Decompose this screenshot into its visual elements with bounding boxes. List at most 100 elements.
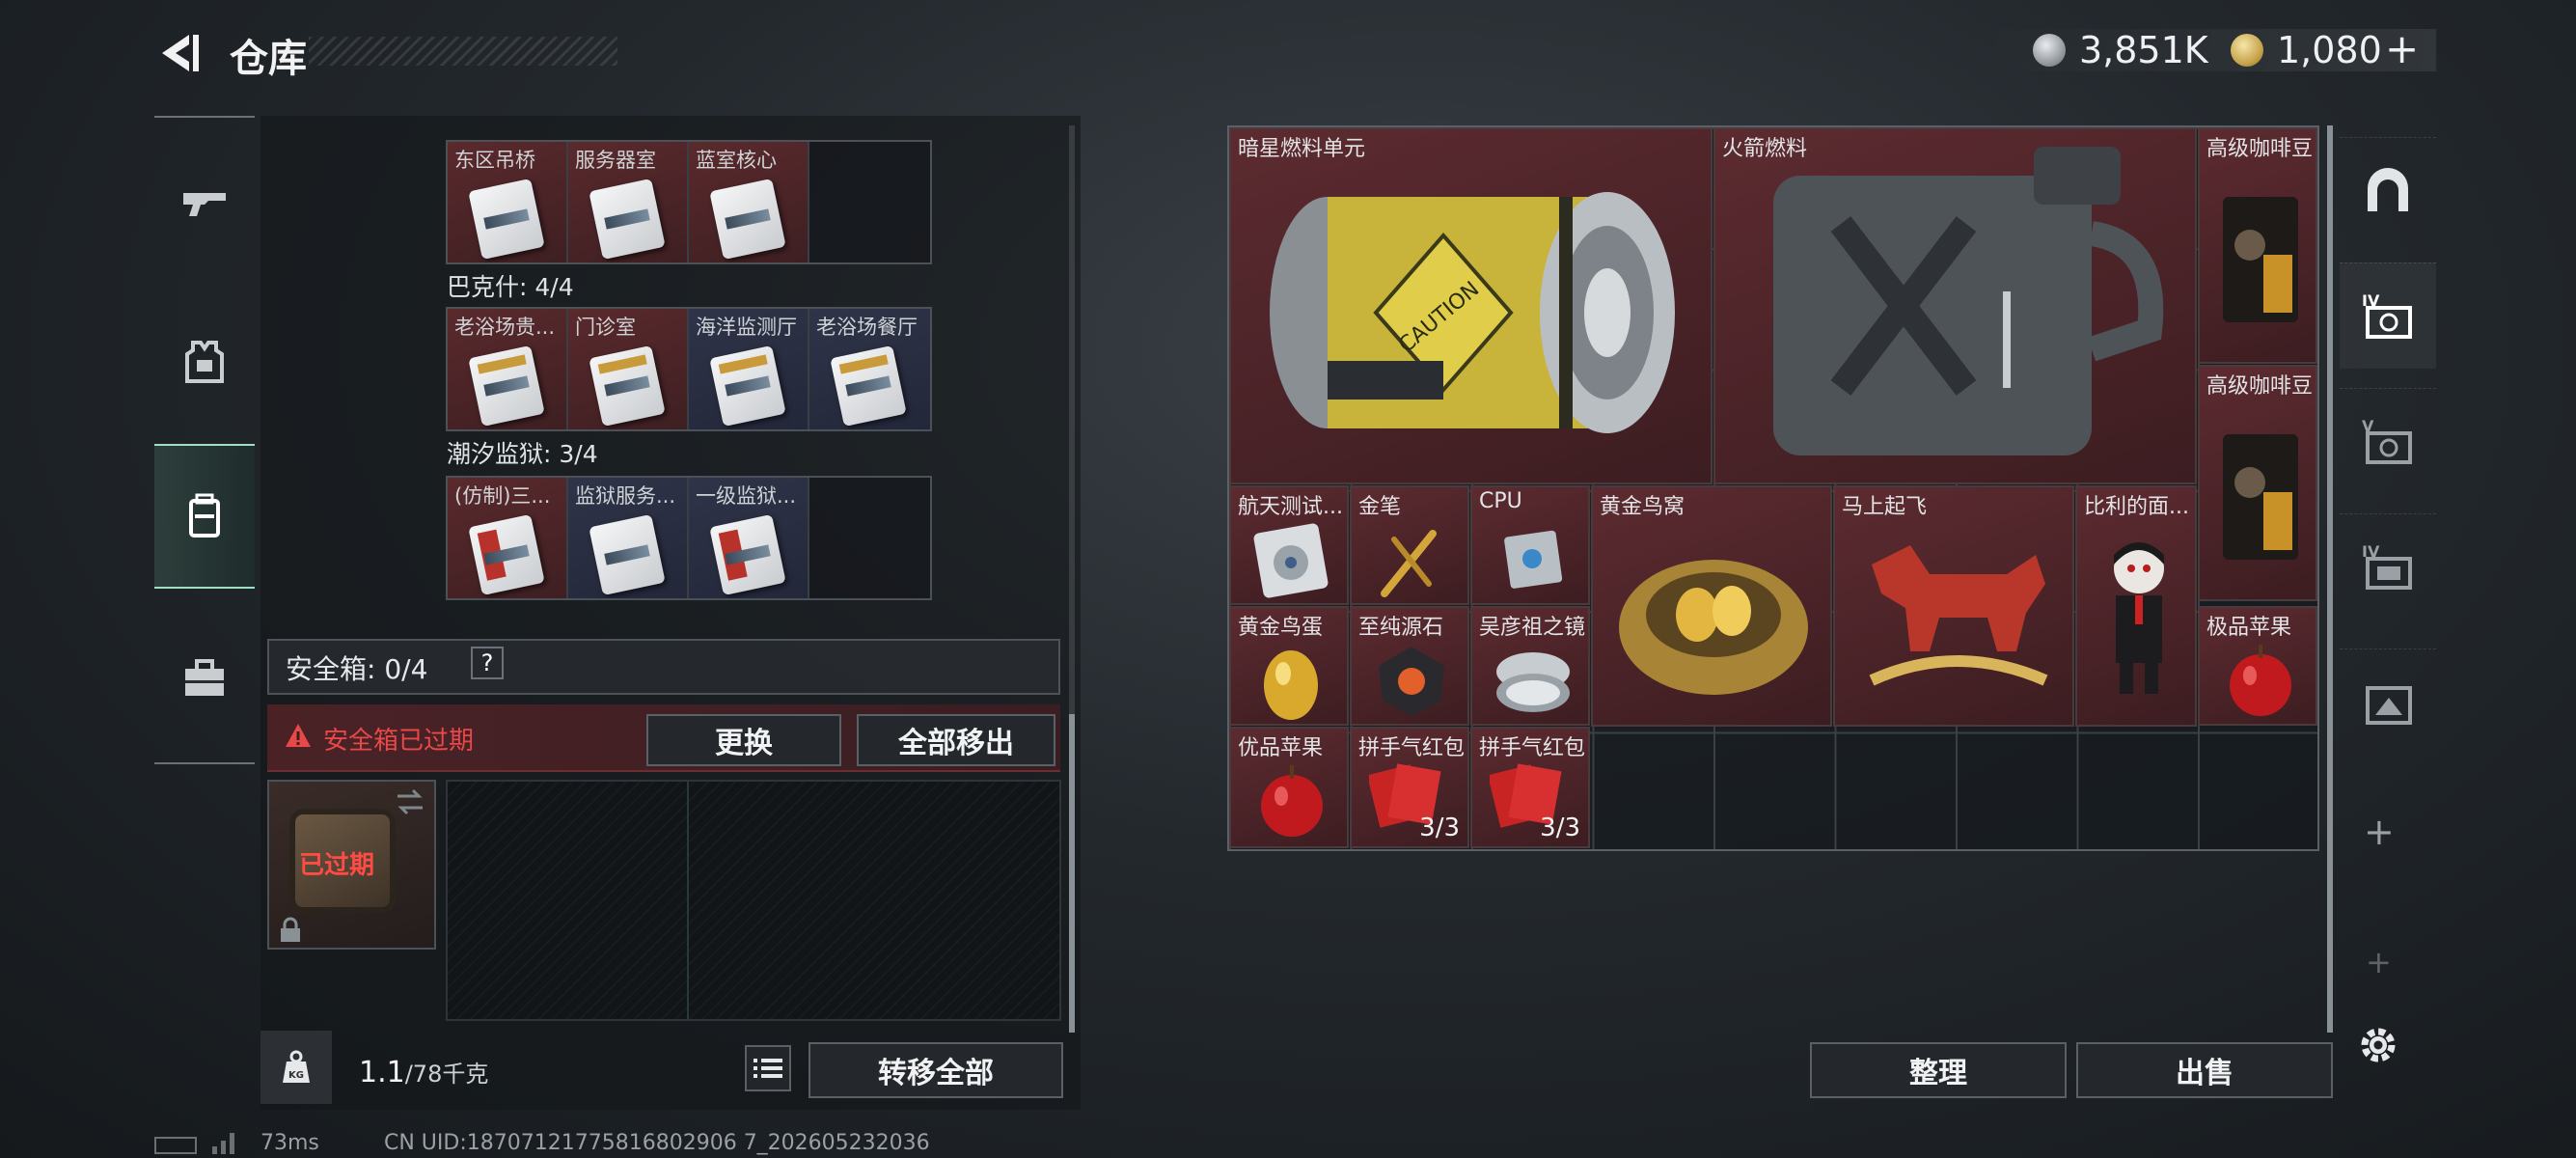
- apple-icon: [2230, 645, 2291, 716]
- keycard-name: 服务器室: [575, 149, 656, 172]
- keycard-slot[interactable]: 服务器室: [568, 142, 689, 262]
- add-stash-button[interactable]: +: [2364, 811, 2395, 853]
- uid-readout: CN UID:18707121775816802906 7_2026052320…: [384, 1131, 930, 1155]
- item-name: 拼手气红包: [1479, 736, 1586, 760]
- keycard-icon: [468, 513, 545, 596]
- stash-item[interactable]: 黄金鸟蛋: [1229, 606, 1349, 726]
- keycard-name: 海洋监测厅: [696, 316, 797, 339]
- stash-item[interactable]: 马上起飞: [1833, 485, 2074, 727]
- weight-current: 1.1: [359, 1056, 405, 1089]
- transfer-all-button[interactable]: 转移全部: [808, 1042, 1063, 1098]
- keycard-group-label: 巴克什: 4/4: [447, 273, 574, 301]
- keycard-icon: [709, 513, 786, 596]
- item-name: 马上起飞: [1842, 495, 1928, 519]
- item-name: 优品苹果: [1238, 736, 1324, 760]
- keycard-slot[interactable]: (仿制)三...: [448, 478, 568, 598]
- rail-backpack[interactable]: [154, 444, 255, 589]
- keycard-slot[interactable]: 一级监狱...: [689, 478, 809, 598]
- rrail-tier3[interactable]: [2340, 648, 2436, 755]
- lock-icon: [281, 917, 300, 942]
- gear-icon[interactable]: [2354, 1021, 2402, 1069]
- fuel-cell-icon: CAUTION: [1270, 192, 1675, 433]
- sell-button[interactable]: 出售: [2076, 1042, 2333, 1098]
- item-name: 黄金鸟窝: [1600, 495, 1685, 519]
- silver-amount: 3,851K: [2079, 29, 2208, 71]
- compact-mirror-icon: [1496, 652, 1570, 712]
- item-name: 航天测试...: [1238, 495, 1343, 519]
- weight-icon-label: KG: [288, 1070, 304, 1081]
- stash-item[interactable]: 黄金鸟窝: [1591, 485, 1832, 727]
- item-name: 金笔: [1358, 495, 1402, 519]
- item-count: 3/3: [1540, 813, 1580, 842]
- stash-item[interactable]: 至纯源石: [1350, 606, 1469, 726]
- list-icon: [754, 1059, 782, 1078]
- item-count: 3/3: [1419, 813, 1460, 842]
- weight-readout: 1.1/78千克: [359, 1055, 488, 1089]
- backpack-scroll-thumb[interactable]: [1069, 714, 1075, 1033]
- gold-amount: 1,080: [2277, 29, 2382, 71]
- rrail-tier4b[interactable]: IV: [2340, 513, 2436, 620]
- help-icon[interactable]: ?: [471, 647, 504, 679]
- keycard-slot[interactable]: 监狱服务...: [568, 478, 689, 598]
- stash-item[interactable]: 吴彦祖之镜: [1470, 606, 1590, 726]
- rail-case[interactable]: [154, 606, 255, 751]
- stash-item[interactable]: 金笔: [1350, 485, 1469, 605]
- stash-item[interactable]: 拼手气红包 3/3: [1350, 727, 1469, 848]
- warning-icon: [286, 724, 311, 747]
- sort-button[interactable]: 整理: [1810, 1042, 2067, 1098]
- keycard-name: (仿制)三...: [454, 484, 551, 508]
- item-name: 至纯源石: [1358, 616, 1444, 640]
- golden-egg-icon: [1264, 650, 1318, 720]
- list-view-button[interactable]: [745, 1045, 791, 1091]
- keycard-slot[interactable]: 东区吊桥: [448, 142, 568, 262]
- safe-box-grid[interactable]: [446, 780, 1061, 1021]
- keycard-slot[interactable]: 蓝室核心: [689, 142, 809, 262]
- stash-scrollbar[interactable]: [2327, 125, 2333, 1033]
- keycard-slot[interactable]: 海洋监测厅: [689, 309, 809, 429]
- stash-item[interactable]: 暗星燃料单元 CAUTION: [1229, 127, 1713, 484]
- keycard-icon: [589, 178, 666, 261]
- add-currency-button[interactable]: +: [2385, 25, 2419, 72]
- keycard-slot-empty[interactable]: [809, 142, 930, 262]
- stash-item[interactable]: 极品苹果: [2198, 606, 2317, 726]
- rail-weapons[interactable]: [154, 130, 255, 275]
- rrail-tier5[interactable]: V: [2340, 388, 2436, 494]
- gun-icon: [183, 193, 226, 216]
- stash-item[interactable]: CPU: [1470, 485, 1590, 605]
- back-icon[interactable]: [154, 29, 203, 77]
- item-name: 比利的面...: [2084, 495, 2189, 519]
- rail-gear[interactable]: [154, 290, 255, 434]
- stash-item[interactable]: 优品苹果: [1229, 727, 1349, 848]
- keycard-icon: [589, 513, 666, 596]
- briefcase-icon: [185, 659, 224, 696]
- item-name: 拼手气红包: [1358, 736, 1466, 760]
- replace-button[interactable]: 更换: [646, 714, 841, 766]
- weight-icon: KG: [260, 1031, 332, 1104]
- stash-item[interactable]: 航天测试...: [1229, 485, 1349, 605]
- add-stash-button-disabled[interactable]: +: [2366, 944, 2392, 980]
- stash-item[interactable]: 火箭燃料: [1713, 127, 2197, 484]
- keycard-icon: [709, 178, 786, 261]
- keycard-icon: [830, 345, 907, 427]
- stash-item[interactable]: 比利的面...: [2075, 485, 2197, 727]
- keycard-slot-empty[interactable]: [809, 478, 930, 598]
- keycard-slot[interactable]: 门诊室: [568, 309, 689, 429]
- keycard-row: 东区吊桥 服务器室 蓝室核心: [446, 140, 932, 264]
- gold-coin-icon: [2231, 34, 2263, 67]
- stash-item[interactable]: 高级咖啡豆: [2198, 127, 2317, 364]
- keycard-slot[interactable]: 老浴场餐厅: [809, 309, 930, 429]
- item-name: 黄金鸟蛋: [1238, 616, 1324, 640]
- keycard-slot[interactable]: 老浴场贵...: [448, 309, 568, 429]
- rrail-tier4[interactable]: IV: [2340, 262, 2436, 369]
- puppet-figure-icon: [2114, 542, 2164, 694]
- item-name: 高级咖啡豆: [2206, 137, 2314, 161]
- swap-icon[interactable]: [394, 786, 426, 819]
- safe-box-grid-divider: [687, 782, 689, 1019]
- golden-nest-icon: [1619, 560, 1808, 695]
- stash-item[interactable]: 高级咖啡豆: [2198, 365, 2317, 601]
- stash-item[interactable]: 拼手气红包 3/3: [1470, 727, 1590, 848]
- safe-box-label: 安全箱: 0/4: [286, 653, 428, 685]
- gold-pen-icon: [1381, 530, 1437, 597]
- rrail-overview[interactable]: [2340, 137, 2436, 243]
- remove-all-button[interactable]: 全部移出: [857, 714, 1055, 766]
